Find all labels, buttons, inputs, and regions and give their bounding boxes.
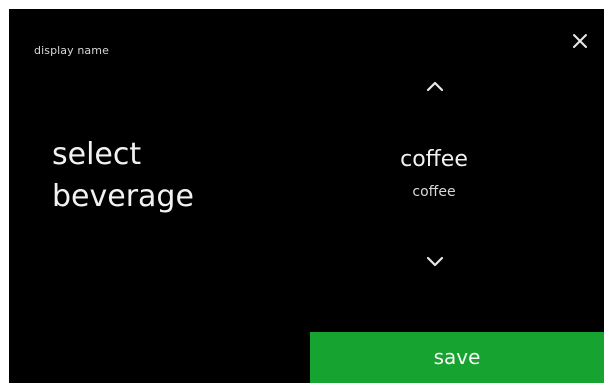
- beverage-picker[interactable]: coffee coffee: [339, 64, 529, 294]
- save-button[interactable]: save: [310, 332, 604, 383]
- chevron-down-icon[interactable]: [424, 254, 446, 270]
- close-icon[interactable]: [569, 30, 591, 52]
- selected-beverage-subtitle: coffee: [412, 184, 456, 200]
- screen-header-label: display name: [34, 44, 109, 57]
- chevron-up-icon[interactable]: [424, 78, 446, 94]
- selected-beverage: coffee: [400, 147, 468, 172]
- settings-screen: display name select beverage coffee coff…: [9, 9, 604, 383]
- display-frame: display name select beverage coffee coff…: [0, 0, 608, 386]
- page-title-line-1: select: [52, 137, 142, 172]
- page-title: select beverage: [52, 134, 312, 218]
- page-title-line-2: beverage: [52, 179, 194, 214]
